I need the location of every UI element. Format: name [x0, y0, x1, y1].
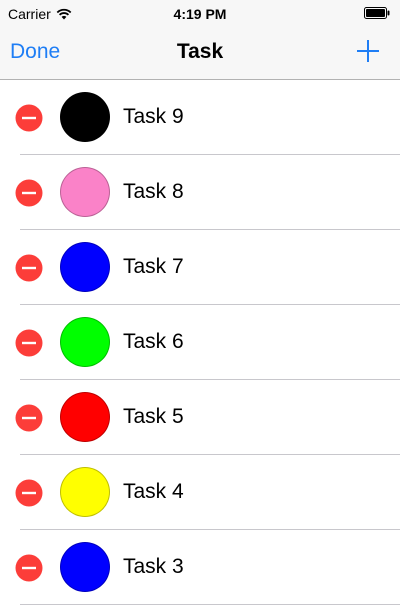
task-color-swatch [60, 467, 110, 517]
task-color-swatch [60, 242, 110, 292]
navigation-bar: Done Task [0, 28, 400, 80]
task-label: Task 7 [123, 255, 184, 278]
task-label: Task 4 [123, 480, 184, 503]
task-color-swatch [60, 542, 110, 592]
add-icon[interactable] [356, 39, 380, 63]
status-time: 4:19 PM [173, 6, 227, 22]
status-bar: Carrier 4:19 PM [0, 0, 400, 28]
delete-icon[interactable] [15, 479, 43, 507]
task-label: Task 8 [123, 180, 184, 203]
task-color-swatch [60, 317, 110, 367]
delete-icon[interactable] [15, 404, 43, 432]
task-label: Task 9 [123, 105, 184, 128]
battery-icon [364, 7, 390, 19]
task-row[interactable]: Task 3 [0, 530, 400, 605]
task-row[interactable]: Task 8 [0, 155, 400, 230]
task-row[interactable]: Task 4 [0, 455, 400, 530]
delete-icon[interactable] [15, 104, 43, 132]
task-row[interactable]: Task 7 [0, 230, 400, 305]
delete-icon[interactable] [15, 554, 43, 582]
task-label: Task 6 [123, 330, 184, 353]
delete-icon[interactable] [15, 254, 43, 282]
task-list: Task 9 Task 8 Task 7 Task 6 Task 5 Task 4 Task… [0, 80, 400, 605]
task-row[interactable]: Task 6 [0, 305, 400, 380]
task-label: Task 3 [123, 555, 184, 578]
task-row[interactable]: Task 5 [0, 380, 400, 455]
page-title: Task [176, 40, 224, 63]
task-row[interactable]: Task 9 [0, 80, 400, 155]
delete-icon[interactable] [15, 329, 43, 357]
task-color-swatch [60, 167, 110, 217]
task-label: Task 5 [123, 405, 184, 428]
task-color-swatch [60, 92, 110, 142]
task-color-swatch [60, 392, 110, 442]
delete-icon[interactable] [15, 179, 43, 207]
